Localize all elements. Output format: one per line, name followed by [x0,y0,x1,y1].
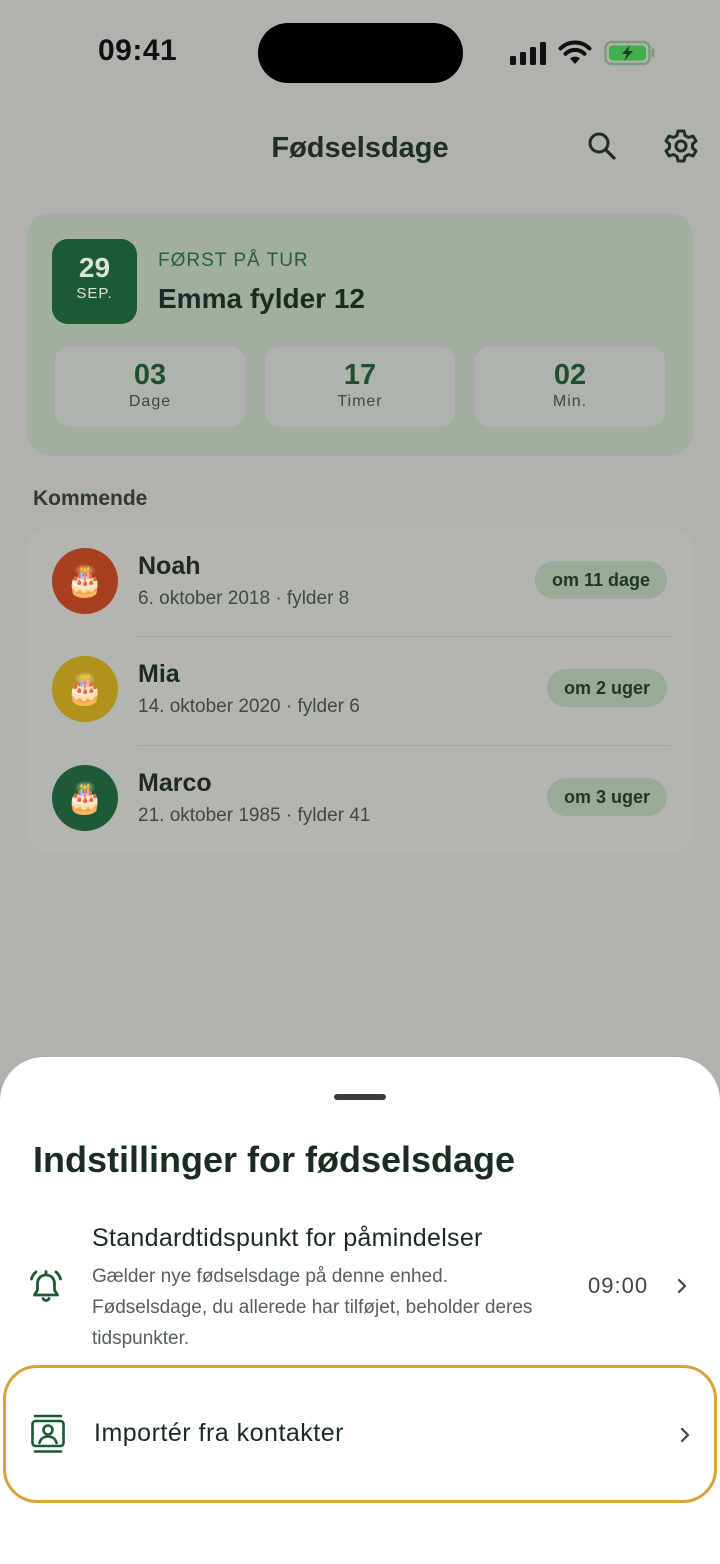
import-contacts-label: Importér fra kontakter [94,1419,344,1447]
avatar: 🎂 [52,765,118,831]
countdown-label: Timer [337,393,383,410]
import-contacts-setting[interactable]: Importér fra kontakter [3,1365,717,1503]
date-tile: 29 SEP. [52,239,137,324]
person-details: 14. oktober 2020 · fylder 6 [138,696,360,717]
reminder-setting-title: Standardtidspunkt for påmindelser [92,1224,483,1252]
cellular-signal-icon [510,41,546,65]
countdown-label: Min. [552,393,588,410]
contacts-icon [30,1413,66,1460]
sheet-title: Indstillinger for fødselsdage [33,1139,516,1180]
countdown-minutes: 02 Min. [473,345,667,429]
countdown-value: 17 [343,359,377,391]
search-icon [586,130,618,167]
list-item[interactable]: 🎂 Mia 14. oktober 2020 · fylder 6 om 2 u… [27,636,693,745]
dynamic-island [258,23,463,83]
hero-name: Emma fylder 12 [158,283,365,314]
date-month: SEP. [76,285,113,302]
chevron-right-icon [678,1426,692,1444]
status-bar: 09:41 [0,0,720,105]
status-time: 09:41 [98,34,178,67]
countdown-days: 03 Dage [53,345,247,429]
time-until-badge: om 2 uger [546,669,667,707]
hero-kicker: FØRST PÅ TUR [158,250,309,271]
time-until-badge: om 3 uger [546,778,667,816]
wifi-icon [558,40,592,66]
gear-icon [663,128,699,169]
cake-icon: 🎂 [66,781,104,815]
battery-icon [604,40,656,66]
person-name: Marco [138,769,212,797]
list-item[interactable]: 🎂 Noah 6. oktober 2018 · fylder 8 om 11 … [27,528,693,637]
person-details: 6. oktober 2018 · fylder 8 [138,588,350,609]
search-button[interactable] [580,126,624,170]
chevron-right-icon [675,1277,689,1295]
reminder-time-setting[interactable]: Standardtidspunkt for påmindelser Gælder… [0,1220,720,1360]
person-name: Noah [138,552,201,580]
reminder-setting-description: Gælder nye fødselsdage på denne enhed. F… [92,1266,533,1349]
bell-icon [28,1268,64,1309]
person-name: Mia [138,660,180,688]
cake-icon: 🎂 [66,564,104,598]
upcoming-section-title: Kommende [33,487,148,510]
next-birthday-card[interactable]: 29 SEP. FØRST PÅ TUR Emma fylder 12 03 D… [27,213,693,456]
countdown-label: Dage [128,393,172,410]
countdown: 03 Dage 17 Timer 02 Min. [53,345,667,429]
upcoming-list: 🎂 Noah 6. oktober 2018 · fylder 8 om 11 … [27,528,693,854]
cake-icon: 🎂 [66,672,104,706]
avatar: 🎂 [52,656,118,722]
person-details: 21. oktober 1985 · fylder 41 [138,805,371,826]
sheet-grabber[interactable] [334,1094,386,1100]
list-item[interactable]: 🎂 Marco 21. oktober 1985 · fylder 41 om … [27,745,693,854]
status-icons [510,38,656,68]
time-until-badge: om 11 dage [534,561,667,599]
date-day: 29 [78,252,111,283]
countdown-value: 02 [553,359,587,391]
countdown-value: 03 [133,359,167,391]
settings-bottom-sheet: Indstillinger for fødselsdage Standardti… [0,1057,720,1564]
reminder-time-value: 09:00 [588,1273,649,1298]
countdown-hours: 17 Timer [263,345,457,429]
avatar: 🎂 [52,548,118,614]
settings-button[interactable] [659,126,703,170]
app-header: Fødselsdage [0,118,720,182]
